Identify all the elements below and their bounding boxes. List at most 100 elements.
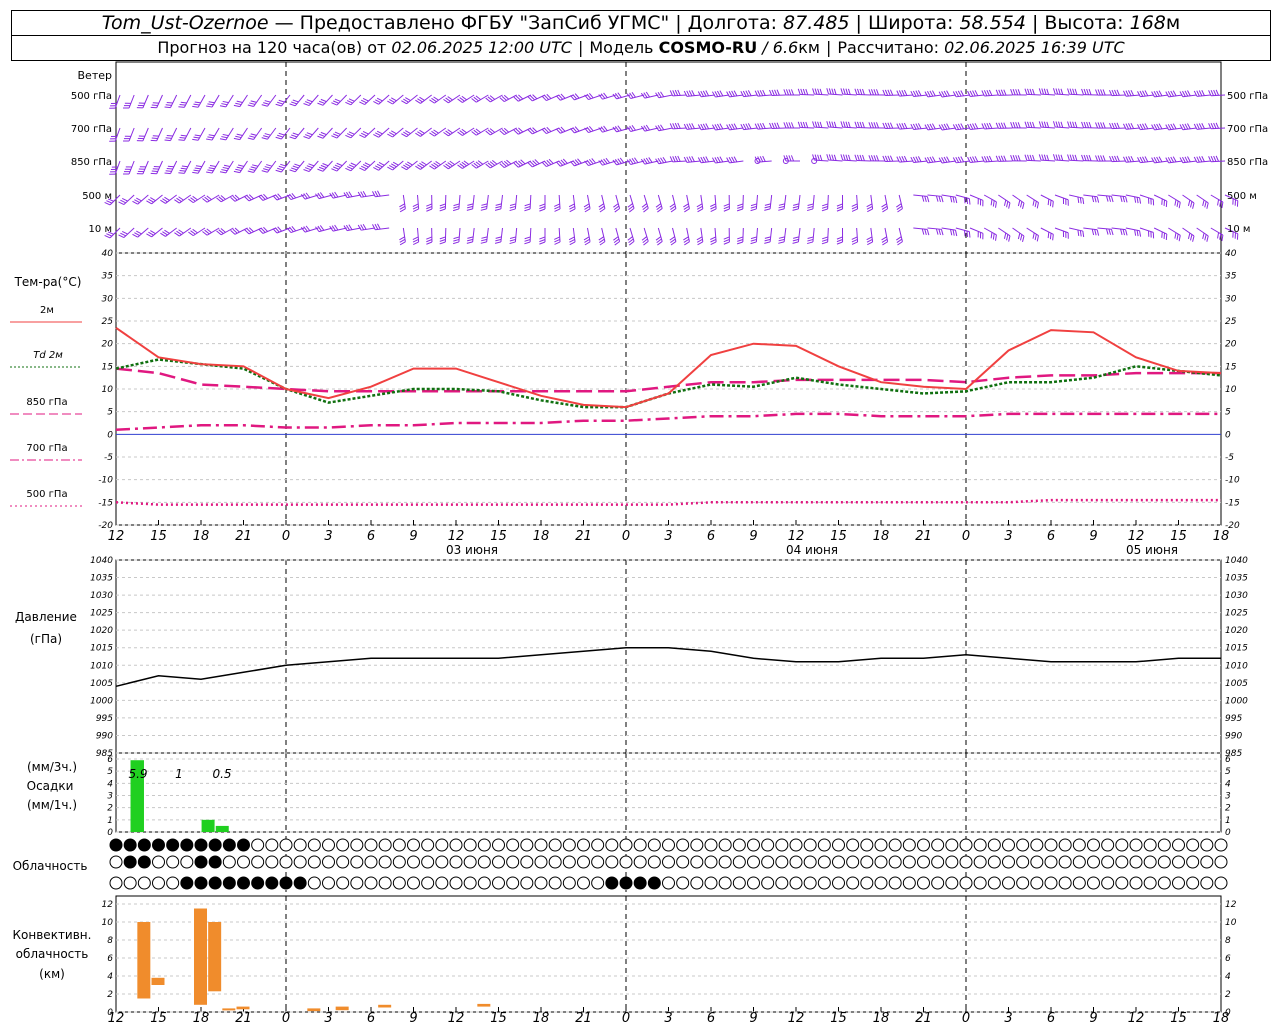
wind-barb-feather [716,90,721,97]
cloud-cover-symbol [1143,838,1157,852]
cloud-cover-symbol [662,876,675,890]
temp-tick-left: 10 [102,385,114,395]
cloud-cover-symbol [350,838,364,852]
wind-barb-feather [778,205,785,209]
conv-tick-left: 4 [107,972,113,982]
wind-barb-feather [219,138,227,141]
wind-barb-feather [946,156,950,163]
wind-barb-feather [1029,154,1033,161]
wind-barb-feather [686,90,690,97]
wind-barb-feather [1003,155,1007,162]
wind-barb-feather [731,123,735,130]
wind-barb-feather [771,89,775,96]
wind-barb-feather [403,131,409,136]
wind-barb-feather [677,122,681,129]
wind-barb-feather [495,236,502,239]
wind-barb-feather [407,161,413,166]
wind-barb-feather [764,208,771,211]
wind-barb-feather [736,241,743,245]
wind-barb-feather [466,238,474,242]
wind-barb-feather [1184,156,1189,163]
cloud-cover-symbol [208,855,222,869]
wind-level-right: 500 м [1227,191,1257,202]
cloud-cover-symbol [888,876,902,890]
cloud-cover-symbol [761,855,775,869]
time-tick-label: 3 [664,529,672,544]
wind-barb-feather [194,101,201,104]
wind-barb-feather [277,134,284,138]
wind-barb-feather [1153,157,1158,163]
wind-barb-feather [705,90,710,97]
wind-barb-feather [569,238,575,243]
wind-barb-feather [221,169,228,172]
wind-barb-feather [759,123,764,129]
cloud-cover-symbol [1214,876,1228,890]
wind-barb-feather [1184,90,1189,97]
cloud-cover-symbol [1172,876,1185,890]
wind-barb-feather [903,89,908,96]
wind-barb-feather [821,205,828,209]
series-t700 [115,412,1221,432]
wind-barb-feather [1190,234,1193,241]
wind-barb-feather [1100,155,1104,162]
wind-barb-feather [750,241,757,245]
wind-barb-feather [1182,156,1186,163]
wind-barb-feather [1081,121,1084,128]
wind-barb-feather [757,90,761,97]
wind-barb-feather [1215,155,1220,162]
conv-bar [208,922,222,992]
time-tick-label: 12 [1128,529,1145,544]
wind-barb-feather [387,100,393,105]
time-tick-label-bottom: 9 [749,1011,757,1024]
wind-barb-feather [263,102,270,105]
wind-barb-feather [759,156,764,162]
wind-barb-feather [389,132,395,136]
cloud-cover-symbol [180,855,194,869]
wind-barb-feather [1083,88,1087,95]
wind-barb-feather [1032,154,1035,161]
wind-barb-feather [134,199,140,203]
wind-barb-feather [696,236,703,241]
wind-barb-feather [426,203,433,207]
precip-tick-left: 3 [107,792,113,802]
wind-barb-feather [1204,234,1207,241]
wind-barb-feather [399,203,405,208]
wind-barb-feather [1049,233,1052,240]
cloud-cover-symbol [1186,855,1200,869]
wind-barb-feather [249,168,256,171]
wind-barb-feather [875,155,880,162]
wind-barb-feather [728,91,733,97]
wind-barb-feather [831,121,835,128]
wind-barb-feather [1008,235,1011,242]
wind-barb-feather [235,135,242,139]
wind-barb-feather [1081,154,1084,161]
cloud-cover-symbol [520,838,534,852]
wind-barb-feather [524,208,531,212]
wind-barb-feather [836,241,843,245]
wind-barb-feather [862,88,865,95]
wind-barb-feather [280,163,287,167]
wind-barb-feather [1178,202,1181,209]
wind-barb-feather [840,154,844,161]
cloud-cover-symbol [605,876,619,890]
cloud-cover-symbol [747,876,760,890]
wind-barb-feather [1215,89,1220,96]
wind-barb-feather [374,223,379,230]
wind-barb-feather [303,169,310,173]
wind-barb-feather [1052,154,1056,161]
wind-barb-feather [1130,89,1135,96]
cloud-cover-symbol [336,855,350,869]
cloud-cover-symbol [860,876,874,890]
cloud-cover-symbol [1214,855,1228,869]
wind-barb-feather [957,123,962,130]
pressure-tick-right: 1035 [1225,574,1248,584]
time-tick-label-bottom: 18 [873,1011,890,1024]
precip-tick-right: 4 [1225,779,1231,789]
pressure-tick-right: 1015 [1225,644,1248,654]
conv-tick-left: 6 [107,954,113,964]
conv-tick-right: 12 [1225,900,1237,910]
wind-barb-feather [1074,154,1078,161]
cloud-cover-symbol [619,838,633,852]
wind-barb-feather [915,123,920,130]
cloud-cover-symbol [435,876,449,890]
